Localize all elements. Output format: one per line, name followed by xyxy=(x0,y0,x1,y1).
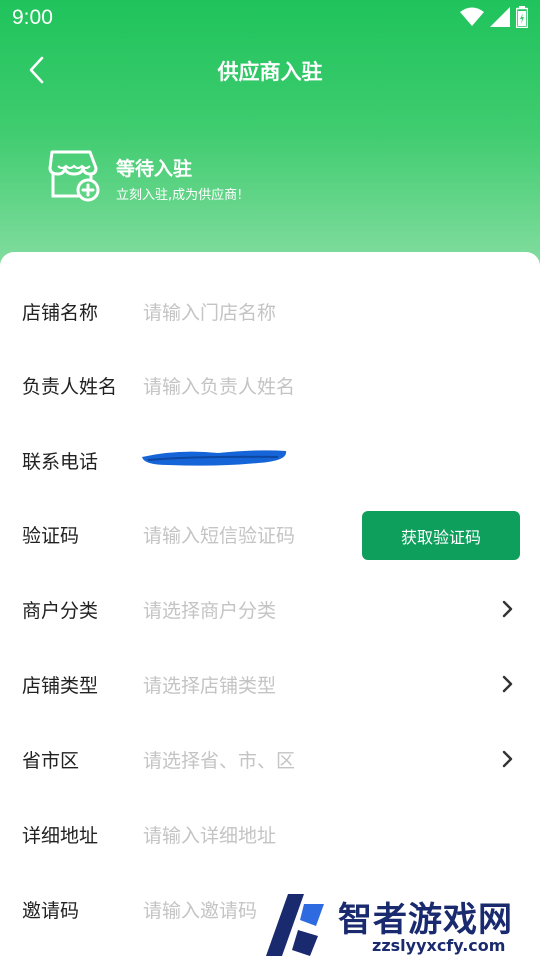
phone-input-redacted[interactable] xyxy=(138,447,290,469)
get-code-button[interactable]: 获取验证码 xyxy=(362,511,520,560)
status-time: 9:00 xyxy=(12,6,53,29)
store-type-label: 店铺类型 xyxy=(22,675,99,697)
address-label: 详细地址 xyxy=(22,825,99,847)
watermark-brand: 智者游戏网 xyxy=(338,900,513,940)
watermark-logo xyxy=(266,894,324,956)
promo-title: 等待入驻 xyxy=(116,158,193,180)
battery-icon xyxy=(516,6,528,28)
store-name-label: 店铺名称 xyxy=(22,302,99,324)
status-bar: 9:00 xyxy=(0,0,540,36)
store-type-select[interactable]: 请选择店铺类型 xyxy=(143,671,276,698)
chevron-right-icon[interactable] xyxy=(500,673,514,695)
form-card: 店铺名称 请输入门店名称 负责人姓名 请输入负责人姓名 联系电话 验证码 请输入… xyxy=(0,252,540,960)
region-label: 省市区 xyxy=(22,750,80,772)
invite-code-label: 邀请码 xyxy=(22,900,80,922)
signal-icon xyxy=(490,7,510,27)
verify-code-label: 验证码 xyxy=(22,525,80,547)
row-address: 详细地址 请输入详细地址 xyxy=(0,803,540,863)
invite-code-input[interactable]: 请输入邀请码 xyxy=(143,896,257,923)
verify-code-input[interactable]: 请输入短信验证码 xyxy=(143,521,295,548)
row-verify-code: 验证码 请输入短信验证码 获取验证码 xyxy=(0,503,540,563)
merchant-category-select[interactable]: 请选择商户分类 xyxy=(143,596,276,623)
page-title: 供应商入驻 xyxy=(217,60,323,84)
region-select[interactable]: 请选择省、市、区 xyxy=(143,746,295,773)
manager-name-input[interactable]: 请输入负责人姓名 xyxy=(143,372,295,399)
watermark-url: zzslyyxcfy.com xyxy=(372,936,506,955)
status-icons xyxy=(460,6,528,28)
wifi-icon xyxy=(460,7,484,26)
store-add-icon xyxy=(48,150,100,202)
row-store-type[interactable]: 店铺类型 请选择店铺类型 xyxy=(0,653,540,713)
address-input[interactable]: 请输入详细地址 xyxy=(143,821,276,848)
phone-label: 联系电话 xyxy=(22,451,99,473)
merchant-category-label: 商户分类 xyxy=(22,600,99,622)
promo-subtitle: 立刻入驻,成为供应商! xyxy=(116,188,243,203)
row-region[interactable]: 省市区 请选择省、市、区 xyxy=(0,728,540,788)
row-phone: 联系电话 xyxy=(0,429,540,489)
nav-bar: 供应商入驻 xyxy=(0,44,540,94)
manager-name-label: 负责人姓名 xyxy=(22,376,118,398)
store-name-input[interactable]: 请输入门店名称 xyxy=(143,298,276,325)
chevron-right-icon[interactable] xyxy=(500,748,514,770)
chevron-right-icon[interactable] xyxy=(500,598,514,620)
row-manager-name: 负责人姓名 请输入负责人姓名 xyxy=(0,354,540,414)
row-store-name: 店铺名称 请输入门店名称 xyxy=(0,280,540,340)
watermark: 智者游戏网 zzslyyxcfy.com xyxy=(262,890,540,960)
row-merchant-category[interactable]: 商户分类 请选择商户分类 xyxy=(0,578,540,638)
